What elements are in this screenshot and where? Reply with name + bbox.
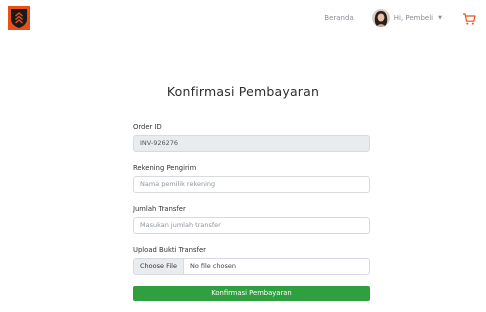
chevron-down-icon: ▼	[438, 15, 442, 21]
sender-account-label: Rekening Pengirim	[133, 164, 197, 172]
navbar: Beranda Hi, Pembeli ▼	[0, 0, 486, 36]
upload-proof-label: Upload Bukti Transfer	[133, 246, 206, 254]
brand-logo-icon[interactable]	[8, 6, 30, 30]
choose-file-button[interactable]: Choose File	[134, 259, 184, 274]
avatar	[371, 9, 390, 27]
transfer-amount-label: Jumlah Transfer	[133, 205, 186, 213]
main-content: Konfirmasi Pembayaran Order ID INV-92627…	[0, 36, 486, 312]
navbar-right: Beranda Hi, Pembeli ▼	[324, 0, 476, 36]
confirm-payment-button[interactable]: Konfirmasi Pembayaran	[133, 286, 370, 301]
sender-account-input[interactable]: Nama pemilik rekening	[133, 176, 370, 193]
user-menu[interactable]: Hi, Pembeli ▼	[371, 9, 442, 27]
upload-proof-group: Upload Bukti Transfer Choose File No fil…	[133, 245, 370, 275]
file-status: No file chosen	[189, 262, 236, 270]
transfer-amount-group: Jumlah Transfer Masukan jumlah transfer	[133, 204, 370, 234]
page-title: Konfirmasi Pembayaran	[166, 84, 320, 99]
sender-account-group: Rekening Pengirim Nama pemilik rekening	[133, 163, 370, 193]
nav-link-home[interactable]: Beranda	[324, 14, 353, 22]
order-id-field: INV-926276	[133, 135, 370, 152]
user-greeting: Hi, Pembeli	[393, 14, 434, 22]
transfer-amount-input[interactable]: Masukan jumlah transfer	[133, 217, 370, 234]
upload-proof-input[interactable]: Choose File No file chosen	[133, 258, 370, 275]
cart-icon[interactable]	[462, 11, 476, 25]
payment-confirmation-form: Order ID INV-926276 Rekening Pengirim Na…	[133, 122, 370, 301]
order-id-group: Order ID INV-926276	[133, 122, 370, 152]
order-id-label: Order ID	[133, 123, 162, 131]
